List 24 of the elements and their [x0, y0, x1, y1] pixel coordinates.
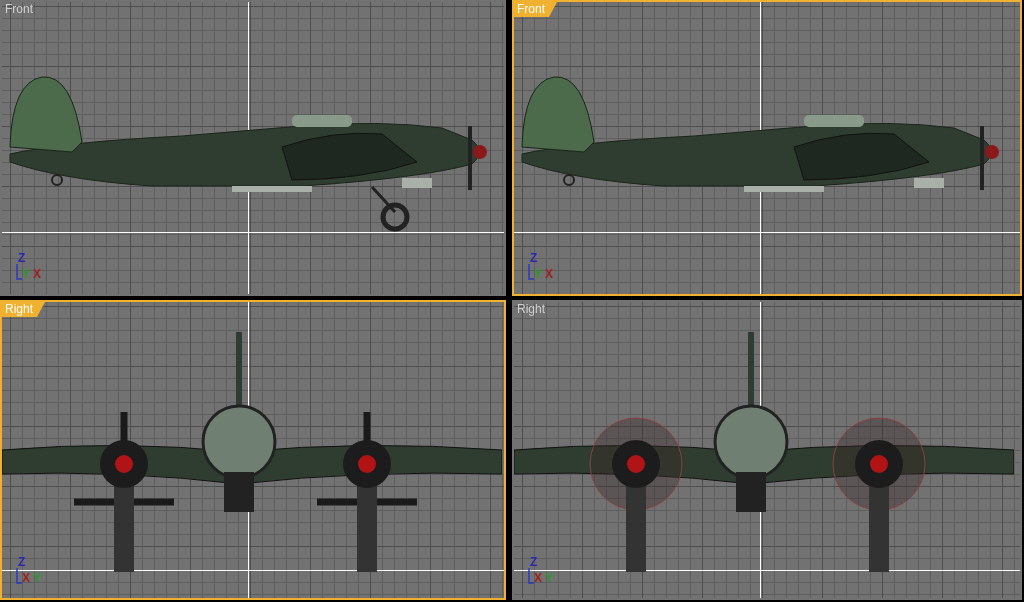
- viewport[interactable]: Front Z Y X: [512, 0, 1022, 296]
- axis-label: Y: [534, 268, 542, 280]
- axis-label: X: [534, 572, 542, 584]
- axis-label: Z: [530, 252, 539, 264]
- viewport-label[interactable]: Right: [2, 302, 45, 317]
- axis-gizmo-icon: [528, 568, 534, 584]
- viewport-label[interactable]: Front: [514, 2, 557, 17]
- axis-label: Y: [22, 268, 30, 280]
- axis-gizmo-icon: [528, 264, 534, 280]
- axis-gizmo-icon: [16, 568, 22, 584]
- axis-label: X: [22, 572, 30, 584]
- viewport[interactable]: Front Z Y X: [0, 0, 506, 296]
- viewport-label[interactable]: Right: [514, 302, 557, 317]
- viewport[interactable]: Right Z X Y: [512, 300, 1022, 600]
- viewport[interactable]: Right Z X Y: [0, 300, 506, 600]
- axis-label: Z: [18, 556, 27, 568]
- axis-label: X: [33, 268, 42, 280]
- axis-label: X: [545, 268, 554, 280]
- axis-label: Z: [18, 252, 27, 264]
- axis-label: Y: [545, 572, 554, 584]
- axis-gizmo-icon: [16, 264, 22, 280]
- viewport-label[interactable]: Front: [2, 2, 45, 17]
- axis-label: Y: [33, 572, 42, 584]
- axis-label: Z: [530, 556, 539, 568]
